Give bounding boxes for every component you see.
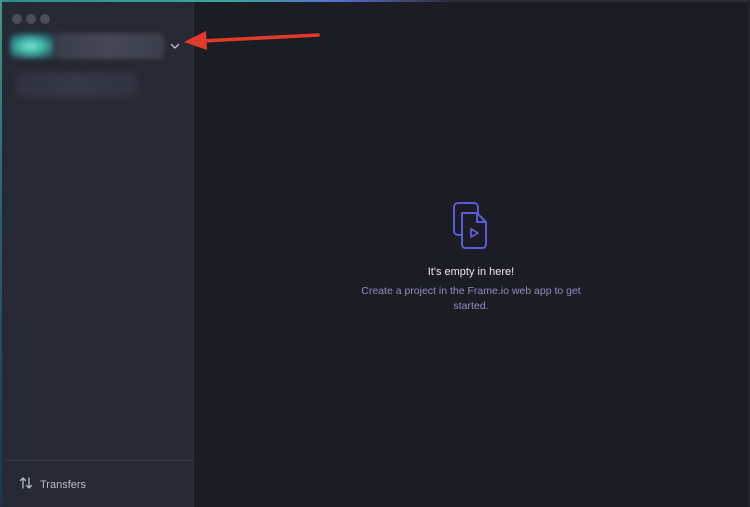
video-files-icon — [453, 202, 487, 249]
account-avatar — [10, 33, 56, 59]
transfers-label: Transfers — [40, 479, 87, 491]
app-window: Transfers It's empty in here! Create a p… — [0, 0, 750, 507]
minimize-window-button[interactable] — [26, 14, 36, 24]
close-window-button[interactable] — [12, 14, 22, 24]
project-item-redacted[interactable] — [16, 72, 138, 98]
zoom-window-button[interactable] — [40, 14, 50, 24]
empty-state-subtitle: Create a project in the Frame.io web app… — [361, 285, 581, 312]
account-name-redacted — [54, 33, 164, 59]
transfers-button[interactable]: Transfers — [18, 476, 86, 494]
main-content: It's empty in here! Create a project in … — [194, 2, 748, 507]
transfer-arrows-icon — [18, 475, 34, 496]
annotation-arrow-icon — [184, 31, 320, 50]
empty-state-title: It's empty in here! — [427, 266, 515, 278]
account-switcher[interactable] — [6, 29, 188, 63]
empty-state: It's empty in here! Create a project in … — [194, 200, 748, 314]
sidebar-divider — [4, 460, 193, 461]
sidebar: Transfers — [2, 2, 194, 507]
